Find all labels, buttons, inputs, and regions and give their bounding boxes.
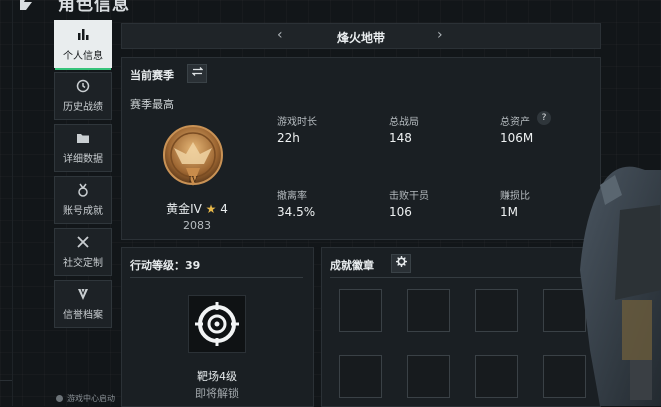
badge-slot[interactable] — [407, 355, 450, 398]
sidebar-item-details[interactable]: 详细数据 — [54, 124, 112, 172]
action-level-panel: 行动等级：39 靶场4级 即将解锁 — [121, 247, 314, 407]
swap-button[interactable] — [187, 64, 207, 83]
divider — [330, 277, 590, 278]
season-name: 烽火地带 — [336, 31, 385, 45]
settings-button[interactable] — [391, 254, 411, 273]
rank-score: 2083 — [183, 219, 211, 232]
season-high-label: 赛季最高 — [130, 98, 174, 111]
sidebar-item-profile[interactable]: 个人信息 — [54, 20, 112, 70]
swap-icon — [190, 67, 204, 76]
gear-icon — [395, 256, 407, 267]
sidebar-item-label: 个人信息 — [63, 51, 103, 62]
operator-character-image — [580, 166, 661, 406]
sidebar-item-history[interactable]: 历史战绩 — [54, 72, 112, 120]
target-range-box[interactable] — [188, 295, 246, 353]
achievements-title: 成就徽章 — [330, 259, 374, 272]
stat-playtime-label: 游戏时长 — [277, 117, 317, 128]
target-status: 即将解锁 — [195, 387, 239, 400]
stat-extraction-label: 撤离率 — [277, 191, 307, 202]
next-season-button[interactable]: › — [437, 27, 443, 43]
stat-assets-label: 总资产 — [500, 117, 530, 128]
stat-matches-value: 148 — [389, 131, 412, 145]
stat-assets-value: 106M — [500, 131, 534, 145]
help-icon[interactable]: ? — [537, 111, 551, 125]
badge-slot[interactable] — [407, 289, 450, 332]
logo-icon — [20, 0, 32, 10]
target-name: 靶场4级 — [197, 370, 237, 383]
sidebar-item-label: 账号成就 — [63, 206, 103, 217]
current-season-panel: 当前赛季 赛季最高 IV 黄金IV ★ 4 2083 游戏时长 22h 总战局 … — [121, 57, 601, 240]
stat-playtime-value: 22h — [277, 131, 300, 145]
frame-decoration — [0, 380, 12, 381]
current-season-title: 当前赛季 — [130, 69, 174, 82]
bar-chart-icon — [78, 29, 89, 40]
stat-profit-label: 赚损比 — [500, 191, 530, 202]
rank-stars: 4 — [220, 202, 228, 216]
sidebar-item-label: 社交定制 — [63, 258, 103, 269]
action-level-title: 行动等级：39 — [130, 259, 201, 272]
season-selector: ‹ 烽火地带 › — [121, 23, 601, 49]
stat-matches-label: 总战局 — [389, 117, 419, 128]
badge-slot[interactable] — [339, 355, 382, 398]
rank-name: 黄金IV — [166, 202, 202, 216]
sidebar-item-reputation[interactable]: 信誉档案 — [54, 280, 112, 328]
medal-icon — [78, 183, 88, 197]
sidebar-item-label: 信誉档案 — [63, 310, 103, 321]
rank-badge-icon: IV — [163, 125, 223, 186]
folder-icon — [77, 134, 89, 143]
launch-icon — [56, 395, 63, 402]
game-center-launch-label: 游戏中心启动 — [67, 394, 115, 403]
rank-label: 黄金IV ★ 4 — [152, 200, 242, 217]
achievements-panel: 成就徽章 — [321, 247, 601, 407]
stat-kills-label: 击败干员 — [389, 191, 429, 202]
frame-decoration-vertical — [12, 0, 13, 406]
stat-extraction-value: 34.5% — [277, 205, 316, 219]
badge-slot[interactable] — [475, 289, 518, 332]
target-icon — [195, 302, 239, 346]
wrench-icon — [77, 236, 89, 248]
page-title: 角色信息 — [58, 0, 130, 15]
shield-icon — [78, 288, 88, 300]
game-center-launch[interactable]: 游戏中心启动 — [56, 393, 115, 404]
badge-slot[interactable] — [339, 289, 382, 332]
divider — [130, 277, 303, 278]
svg-text:IV: IV — [189, 175, 198, 184]
stat-profit-value: 1M — [500, 205, 518, 219]
sidebar-item-label: 详细数据 — [63, 154, 103, 165]
star-icon: ★ — [205, 202, 217, 216]
active-indicator — [55, 68, 111, 70]
sidebar-item-label: 历史战绩 — [63, 102, 103, 113]
stat-kills-value: 106 — [389, 205, 412, 219]
sidebar-item-social[interactable]: 社交定制 — [54, 228, 112, 276]
history-icon — [76, 79, 90, 93]
sidebar-item-achievements[interactable]: 账号成就 — [54, 176, 112, 224]
badge-slot[interactable] — [475, 355, 518, 398]
